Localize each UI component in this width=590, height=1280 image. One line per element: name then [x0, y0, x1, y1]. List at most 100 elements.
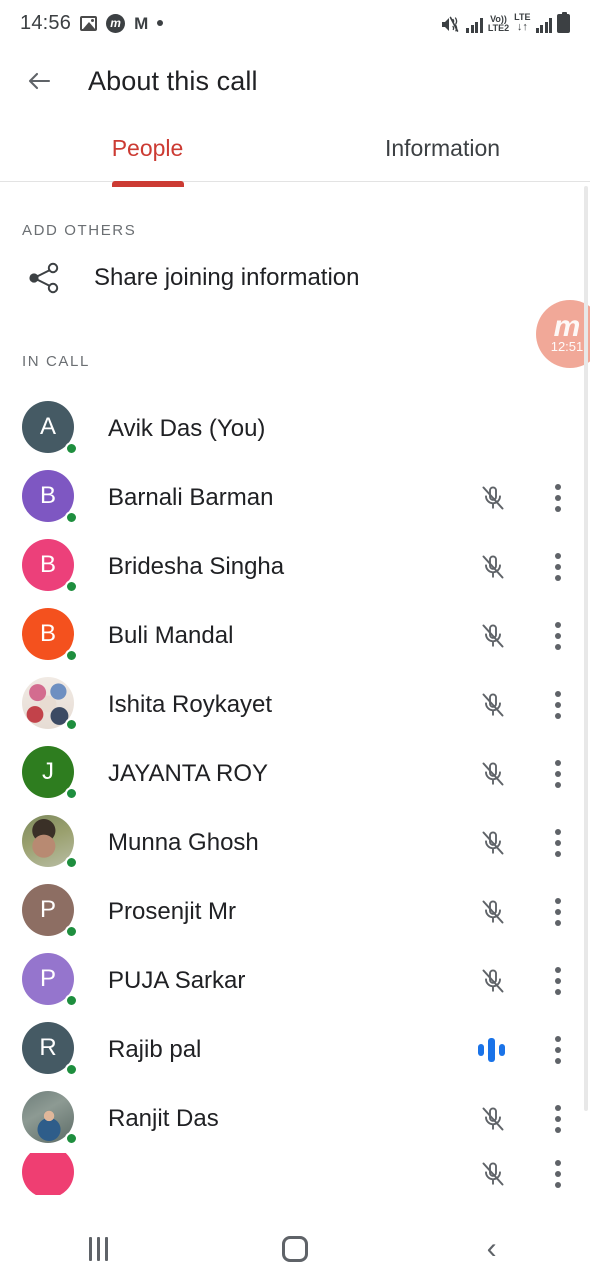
- participant-menu-button[interactable]: [554, 1035, 562, 1064]
- participant-menu-button[interactable]: [554, 690, 562, 719]
- bubble-logo-icon: m: [553, 310, 581, 344]
- participant-name: Buli Mandal: [108, 621, 234, 649]
- status-bar: 14:56 m Μ Vo)) LTE2 LTE ↓↑: [0, 0, 590, 46]
- avatar: P: [22, 883, 78, 940]
- bubble-timer: 12:51: [550, 339, 584, 355]
- nav-home-button[interactable]: [197, 1236, 394, 1262]
- participant-name: Barnali Barman: [108, 483, 274, 511]
- participant-row[interactable]: B Bridesha Singha: [0, 532, 590, 601]
- status-bar-left: 14:56 m Μ: [20, 11, 164, 35]
- avatar: B: [22, 538, 78, 595]
- participant-row[interactable]: P Prosenjit Mr: [0, 877, 590, 946]
- presence-online-icon: [65, 579, 78, 593]
- participant-row[interactable]: Ranjit Das: [0, 1084, 590, 1153]
- nav-recents-button[interactable]: [0, 1237, 197, 1261]
- system-navigation-bar: ‹: [0, 1218, 590, 1280]
- tab-information-label: Information: [384, 135, 501, 161]
- mic-off-icon[interactable]: [478, 759, 508, 789]
- tab-information[interactable]: Information: [295, 116, 590, 181]
- mic-off-icon[interactable]: [478, 1159, 508, 1189]
- share-icon: [22, 261, 66, 295]
- mic-off-icon[interactable]: [478, 828, 508, 858]
- nav-back-button[interactable]: ‹: [393, 1234, 590, 1264]
- section-label-add-others: ADD OTHERS: [22, 222, 137, 239]
- signal-bars-icon-2: [535, 17, 552, 34]
- participant-menu-button[interactable]: [554, 759, 562, 788]
- participant-menu-button[interactable]: [554, 828, 562, 857]
- avatar-photo: [22, 1153, 74, 1195]
- mic-off-icon[interactable]: [478, 621, 508, 651]
- participant-row[interactable]: R Rajib pal: [0, 1015, 590, 1084]
- avatar: R: [22, 1021, 78, 1078]
- speaking-indicator-icon: [474, 1037, 508, 1063]
- mic-off-icon[interactable]: [478, 690, 508, 720]
- app-bar: About this call: [0, 46, 590, 116]
- home-icon: [282, 1236, 308, 1262]
- avatar: P: [22, 952, 78, 1009]
- mic-off-icon[interactable]: [478, 483, 508, 513]
- m-circle-icon: m: [106, 13, 126, 33]
- share-joining-information-row[interactable]: Share joining information: [0, 239, 590, 317]
- m-zigzag-icon: Μ: [134, 13, 149, 33]
- participant-row-partial[interactable]: [0, 1153, 590, 1195]
- participant-row[interactable]: P PUJA Sarkar: [0, 946, 590, 1015]
- mute-icon: [441, 16, 461, 33]
- tab-bar: People Information: [0, 116, 590, 181]
- participant-menu-button[interactable]: [554, 552, 562, 581]
- participant-name: JAYANTA ROY: [108, 759, 269, 787]
- participant-actions: [474, 1035, 562, 1064]
- participant-actions: [478, 966, 562, 996]
- status-bar-clock: 14:56: [20, 11, 72, 34]
- participant-actions: [478, 759, 562, 789]
- participant-row[interactable]: B Barnali Barman: [0, 463, 590, 532]
- share-joining-information-label: Share joining information: [94, 264, 360, 291]
- avatar: [22, 1153, 78, 1195]
- participant-name: Rajib pal: [108, 1035, 202, 1063]
- participant-actions: [478, 1159, 562, 1189]
- back-arrow-icon[interactable]: [24, 66, 54, 96]
- presence-online-icon: [65, 855, 78, 869]
- section-label-in-call: IN CALL: [22, 353, 90, 370]
- participant-row[interactable]: Munna Ghosh: [0, 808, 590, 877]
- participant-row[interactable]: J JAYANTA ROY: [0, 739, 590, 808]
- participant-actions: [478, 621, 562, 651]
- avatar: [22, 814, 78, 871]
- participant-actions: [478, 828, 562, 858]
- participant-menu-button[interactable]: [554, 1104, 562, 1133]
- status-bar-right: Vo)) LTE2 LTE ↓↑: [441, 12, 570, 34]
- tab-people[interactable]: People: [0, 116, 295, 181]
- participant-menu-button[interactable]: [554, 621, 562, 650]
- participant-actions: [478, 552, 562, 582]
- participant-actions: [478, 483, 562, 513]
- signal-bars-icon: [466, 17, 483, 34]
- avatar: A: [22, 400, 78, 457]
- mic-off-icon[interactable]: [478, 1104, 508, 1134]
- participant-row[interactable]: Ishita Roykayet: [0, 670, 590, 739]
- volte-icon: Vo)) LTE2: [488, 14, 509, 33]
- avatar: B: [22, 469, 78, 526]
- participant-name: Ishita Roykayet: [108, 690, 273, 718]
- presence-online-icon: [65, 510, 78, 524]
- participant-menu-button[interactable]: [554, 1160, 562, 1188]
- participant-menu-button[interactable]: [554, 483, 562, 512]
- participant-row[interactable]: A Avik Das (You): [0, 394, 590, 463]
- avatar: [22, 676, 78, 733]
- back-chevron-icon: ‹: [486, 1232, 497, 1265]
- participant-name: Prosenjit Mr: [108, 897, 237, 925]
- dot-icon: [157, 20, 164, 26]
- mic-off-icon[interactable]: [478, 897, 508, 927]
- avatar: B: [22, 607, 78, 664]
- data-arrows-icon: ↓↑: [516, 21, 528, 34]
- mic-off-icon[interactable]: [478, 552, 508, 582]
- presence-online-icon: [65, 1062, 78, 1076]
- page-title: About this call: [88, 65, 258, 96]
- participant-row[interactable]: B Buli Mandal: [0, 601, 590, 670]
- tab-people-label: People: [111, 135, 184, 161]
- participant-menu-button[interactable]: [554, 897, 562, 926]
- lte-icon: LTE ↓↑: [514, 12, 530, 34]
- battery-icon: [557, 12, 570, 34]
- presence-online-icon: [65, 993, 78, 1007]
- participant-menu-button[interactable]: [554, 966, 562, 995]
- scrollbar[interactable]: [584, 186, 588, 1111]
- mic-off-icon[interactable]: [478, 966, 508, 996]
